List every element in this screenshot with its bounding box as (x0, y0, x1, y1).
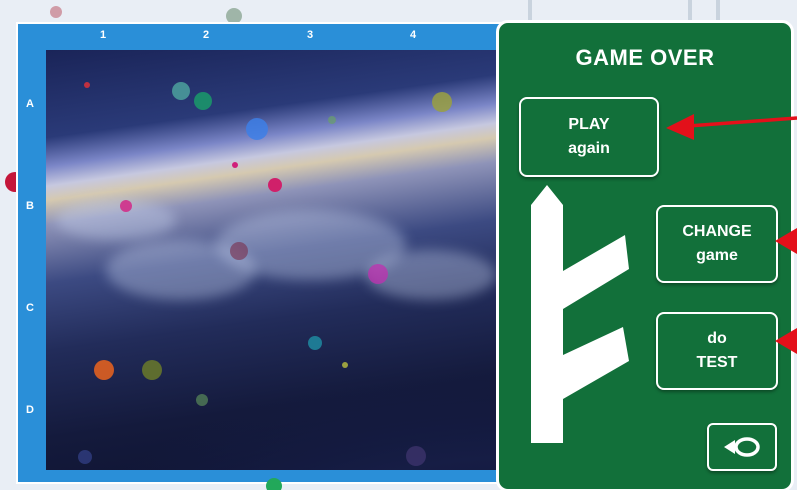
column-label: 2 (203, 29, 210, 41)
bubble-dot (368, 264, 388, 284)
red-pointer-arrow (775, 328, 797, 354)
column-label: 3 (307, 29, 314, 41)
rune-icon (531, 185, 629, 443)
row-label: D (26, 404, 34, 416)
bubble-dot (120, 200, 132, 212)
bubble-dot (94, 360, 114, 380)
row-label: C (26, 302, 34, 314)
change-game-button[interactable]: CHANGE game (656, 205, 778, 283)
column-label: 4 (410, 29, 417, 41)
row-label: A (26, 98, 34, 110)
do-test-label-line2: TEST (696, 354, 738, 371)
bubble-dot (308, 336, 322, 350)
bubble-dot (194, 92, 212, 110)
bubble-dot (266, 478, 282, 490)
do-test-label-line1: do (707, 330, 727, 347)
red-pointer-arrow (666, 114, 797, 140)
horn-button[interactable] (707, 423, 777, 471)
bubble-dot (230, 242, 248, 260)
bubble-dot (78, 450, 92, 464)
row-label: B (26, 200, 34, 212)
bubble-dot (246, 118, 268, 140)
play-again-label-line1: PLAY (568, 116, 610, 133)
earth-from-space-image (46, 50, 518, 470)
post-horn-icon (724, 437, 760, 457)
change-game-label-line2: game (696, 247, 738, 264)
red-pointer-arrow (775, 228, 797, 254)
do-test-button[interactable]: do TEST (656, 312, 778, 390)
play-again-button[interactable]: PLAY again (519, 97, 659, 177)
cloud-layer (56, 200, 176, 240)
game-board: 1 2 3 4 A B C D (16, 22, 518, 484)
bubble-dot (50, 6, 62, 18)
bubble-dot (268, 178, 282, 192)
bubble-dot (406, 446, 426, 466)
bubble-dot (196, 394, 208, 406)
bubble-dot (328, 116, 336, 124)
bubble-dot (432, 92, 452, 112)
change-game-label-line1: CHANGE (682, 223, 752, 240)
bubble-dot (232, 162, 238, 168)
play-again-label-line2: again (568, 140, 610, 157)
bubble-dot (342, 362, 348, 368)
column-label: 1 (100, 29, 107, 41)
game-over-panel: GAME OVER PLAY again CHANGE game do TEST (496, 20, 794, 490)
game-over-title: GAME OVER (575, 45, 715, 70)
bubble-dot (84, 82, 90, 88)
bubble-dot (172, 82, 190, 100)
bubble-dot (142, 360, 162, 380)
